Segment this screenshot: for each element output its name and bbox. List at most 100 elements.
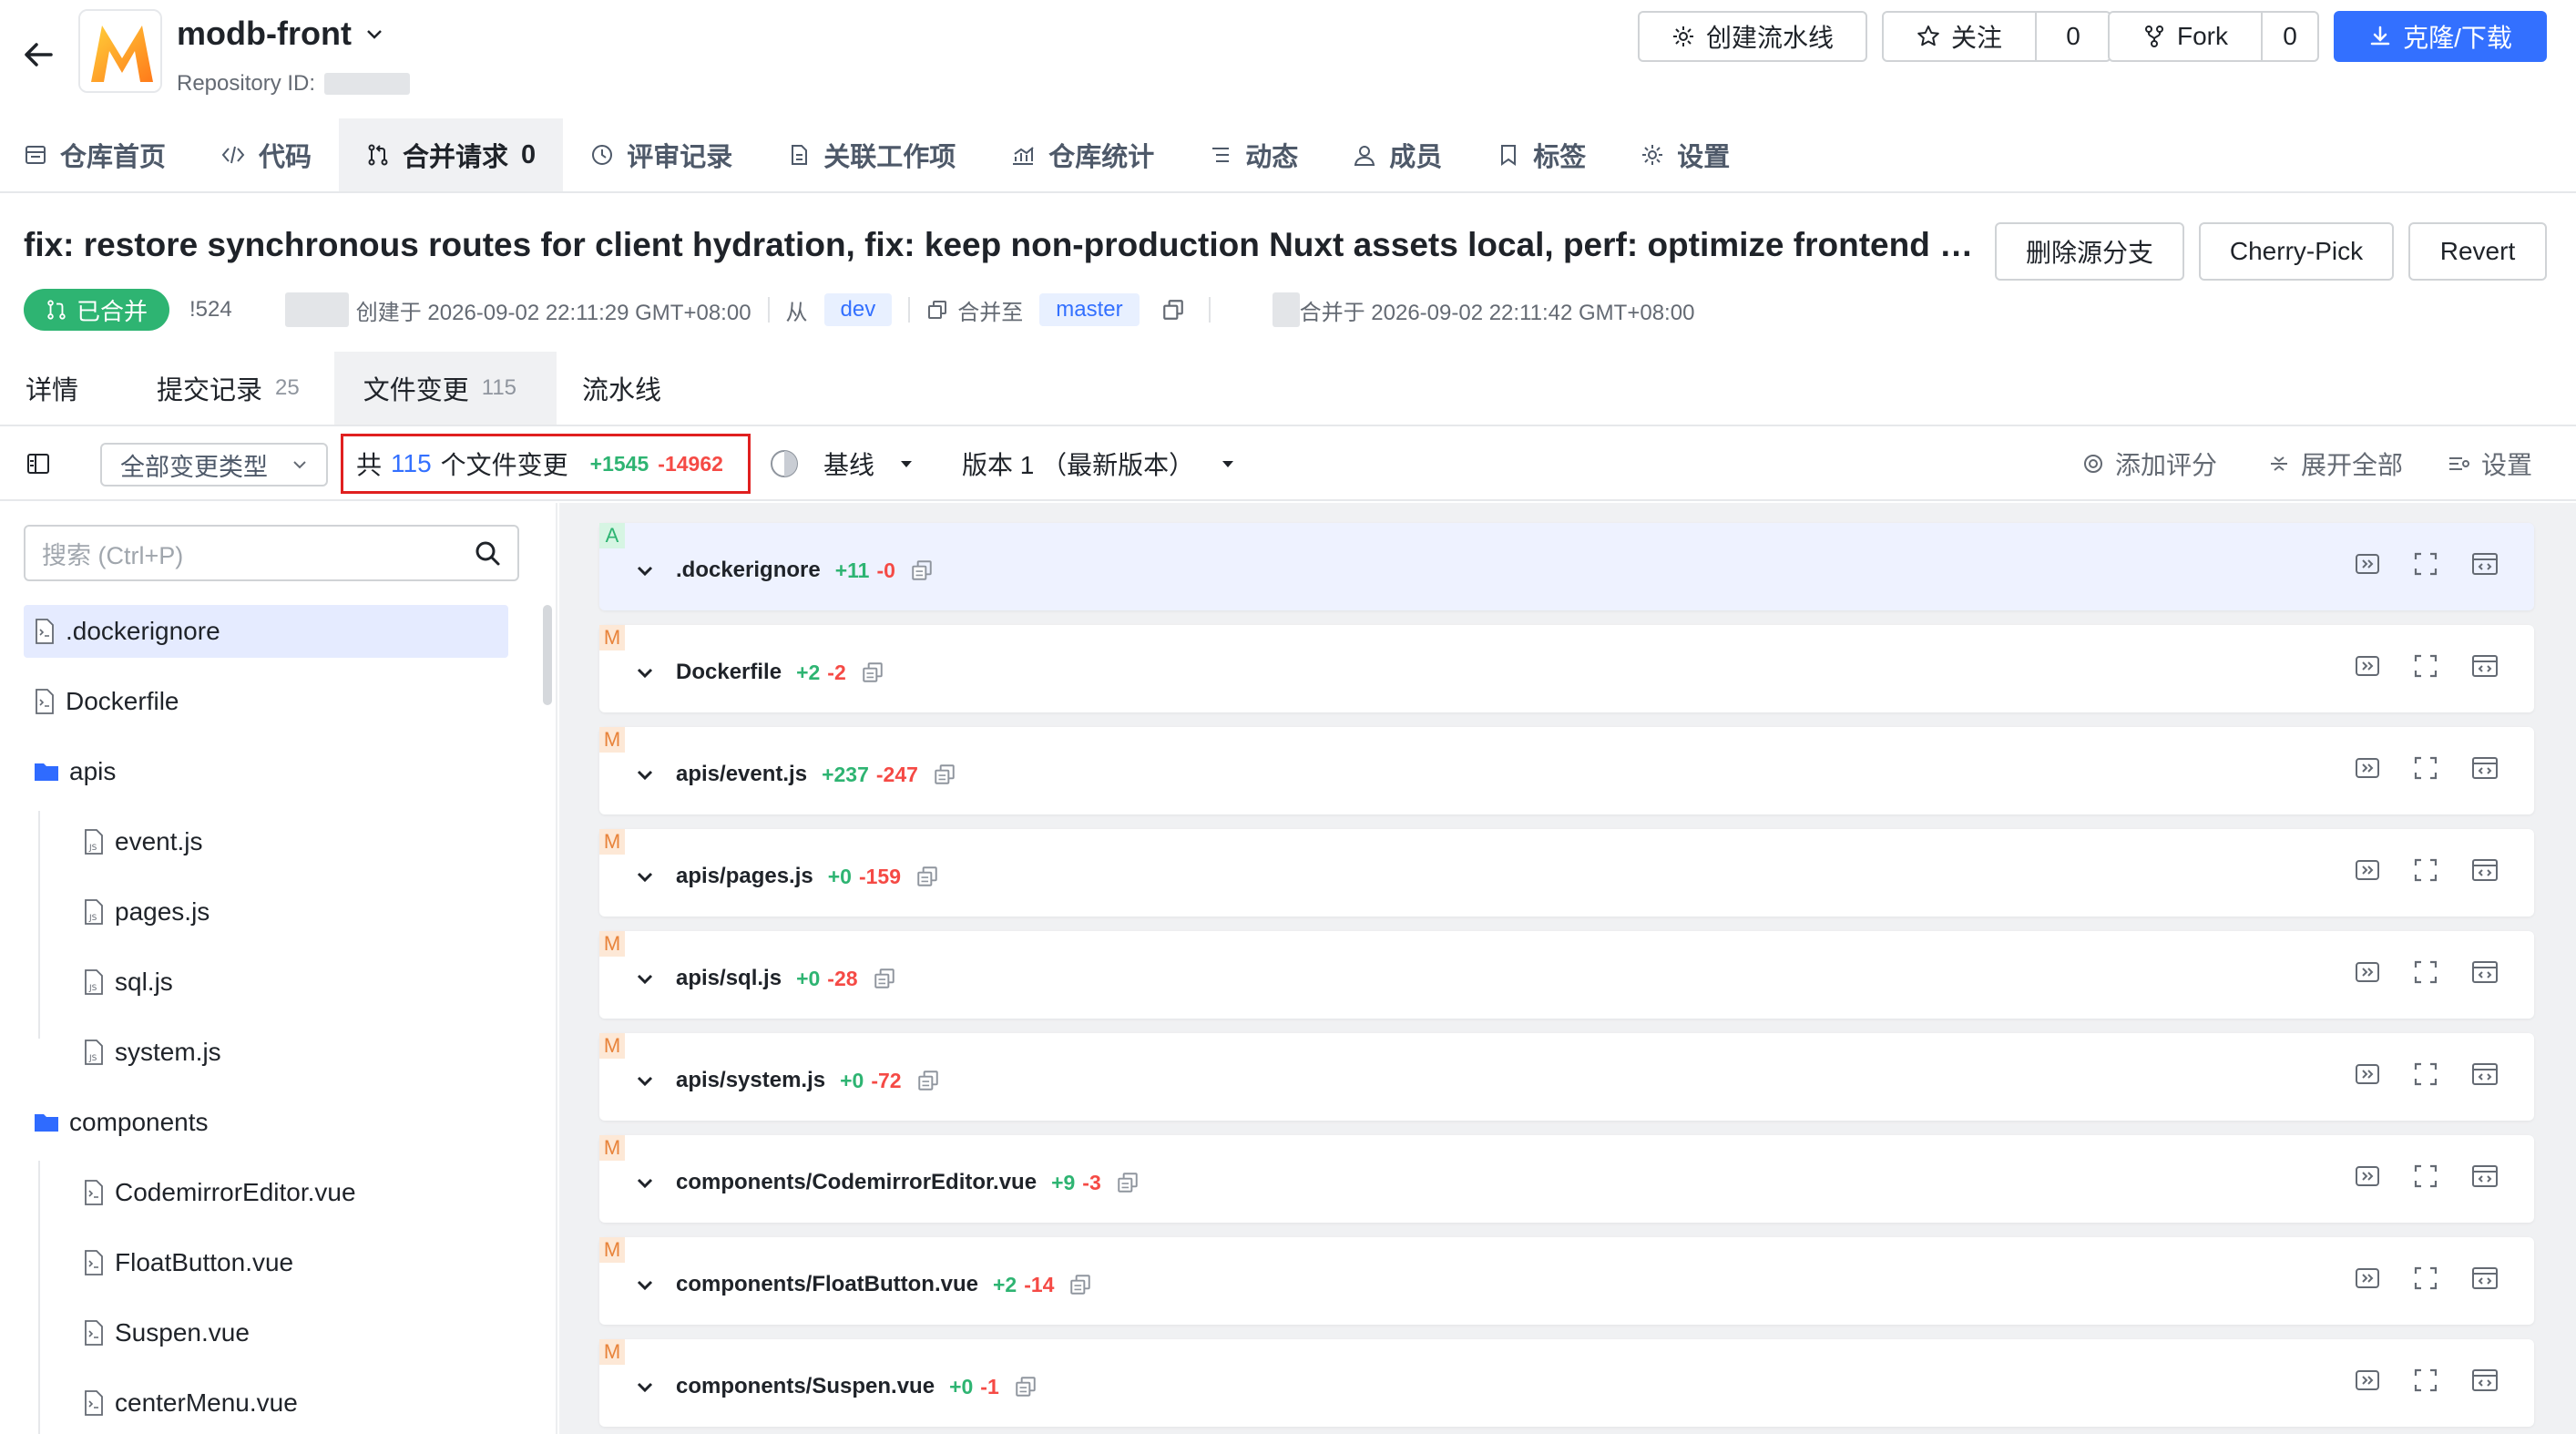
search-icon[interactable]: [474, 539, 501, 567]
target-branch-tag[interactable]: master: [1039, 293, 1140, 326]
view-file-icon[interactable]: [2470, 958, 2499, 986]
expand-all-button[interactable]: 展开全部: [2268, 441, 2403, 487]
fullscreen-icon[interactable]: [2412, 652, 2439, 680]
copy-icon[interactable]: [1068, 1273, 1092, 1296]
fullscreen-icon[interactable]: [2412, 1265, 2439, 1292]
copy-icon[interactable]: [1161, 298, 1185, 322]
view-file-icon[interactable]: [2470, 550, 2499, 578]
view-file-icon[interactable]: [2470, 652, 2499, 680]
tree-item[interactable]: JS system.js: [73, 1026, 221, 1079]
chevron-down-icon[interactable]: [634, 1070, 656, 1091]
fullscreen-icon[interactable]: [2412, 1367, 2439, 1394]
watch-count[interactable]: 0: [2035, 13, 2110, 60]
view-file-icon[interactable]: [2470, 856, 2499, 884]
watch-button[interactable]: 关注: [1884, 13, 2035, 60]
tree-item[interactable]: apis: [24, 745, 116, 798]
nav-tags[interactable]: 标签: [1469, 118, 1613, 191]
nav-merge-requests[interactable]: 合并请求 0: [339, 118, 564, 191]
repo-name[interactable]: modb-front: [177, 15, 384, 53]
copy-icon[interactable]: [1116, 1171, 1140, 1194]
chevron-down-icon[interactable]: [634, 1376, 656, 1398]
copy-icon[interactable]: [926, 299, 948, 321]
nav-repo-home[interactable]: 仓库首页: [20, 118, 193, 191]
nav-review-records[interactable]: 评审记录: [563, 118, 760, 191]
chevron-down-icon[interactable]: [634, 763, 656, 785]
fullscreen-icon[interactable]: [2412, 958, 2439, 986]
back-arrow-icon[interactable]: [20, 36, 56, 73]
create-pipeline-button[interactable]: 创建流水线: [1638, 11, 1867, 62]
view-file-icon[interactable]: [2470, 1265, 2499, 1292]
add-score-button[interactable]: 添加评分: [2082, 441, 2217, 487]
copy-icon[interactable]: [933, 763, 956, 786]
view-diff-icon[interactable]: [2354, 652, 2381, 680]
view-diff-icon[interactable]: [2354, 856, 2381, 884]
chevron-down-icon[interactable]: [634, 1172, 656, 1193]
tab-file-changes[interactable]: 文件变更 115: [333, 352, 557, 425]
fork-count[interactable]: 0: [2261, 13, 2317, 60]
tree-item[interactable]: JS event.js: [73, 815, 203, 868]
clone-download-button[interactable]: 克隆/下载: [2334, 11, 2547, 62]
nav-activity[interactable]: 动态: [1181, 118, 1325, 191]
fullscreen-icon[interactable]: [2412, 550, 2439, 578]
tree-item[interactable]: FloatButton.vue: [73, 1236, 293, 1289]
diff-file-card[interactable]: Mapis/sql.js +0 -28: [599, 931, 2534, 1019]
nav-repo-stats[interactable]: 仓库统计: [983, 118, 1181, 191]
file-search-input[interactable]: 搜索 (Ctrl+P): [24, 525, 519, 581]
view-file-icon[interactable]: [2470, 1163, 2499, 1190]
tree-item[interactable]: .dockerignore: [24, 605, 508, 658]
view-diff-icon[interactable]: [2354, 1163, 2381, 1190]
view-file-icon[interactable]: [2470, 1367, 2499, 1394]
tab-commits[interactable]: 提交记录 25: [104, 352, 325, 425]
diff-file-card[interactable]: Mapis/event.js +237 -247: [599, 727, 2534, 814]
nav-work-items[interactable]: 关联工作项: [760, 118, 983, 191]
revert-button[interactable]: Revert: [2408, 222, 2547, 281]
tree-item[interactable]: JS sql.js: [73, 956, 173, 1009]
tree-item[interactable]: JS pages.js: [73, 886, 210, 938]
version-select[interactable]: 版本 1 （最新版本）: [962, 441, 1236, 487]
tree-item[interactable]: centerMenu.vue: [73, 1377, 298, 1429]
fullscreen-icon[interactable]: [2412, 856, 2439, 884]
copy-icon[interactable]: [873, 967, 896, 990]
tab-details[interactable]: 详情: [0, 352, 104, 425]
view-diff-icon[interactable]: [2354, 958, 2381, 986]
diff-settings-button[interactable]: 设置: [2447, 441, 2532, 487]
view-diff-icon[interactable]: [2354, 1367, 2381, 1394]
nav-settings[interactable]: 设置: [1613, 118, 1757, 191]
view-diff-icon[interactable]: [2354, 550, 2381, 578]
diff-file-card[interactable]: Mcomponents/CodemirrorEditor.vue +9 -3: [599, 1135, 2534, 1223]
delete-source-branch-button[interactable]: 删除源分支: [1995, 222, 2184, 281]
toggle-tree-button[interactable]: [26, 441, 51, 487]
fork-button-group[interactable]: Fork 0: [2108, 11, 2319, 62]
fork-button[interactable]: Fork: [2110, 13, 2261, 60]
diff-file-card[interactable]: Mcomponents/FloatButton.vue +2 -14: [599, 1237, 2534, 1325]
copy-icon[interactable]: [1014, 1375, 1038, 1398]
view-file-icon[interactable]: [2470, 754, 2499, 782]
fullscreen-icon[interactable]: [2412, 754, 2439, 782]
copy-icon[interactable]: [916, 1069, 940, 1092]
view-diff-icon[interactable]: [2354, 754, 2381, 782]
source-branch-tag[interactable]: dev: [823, 293, 893, 326]
tree-item[interactable]: Suspen.vue: [73, 1306, 250, 1359]
diff-file-card[interactable]: Mcomponents/Suspen.vue +0 -1: [599, 1339, 2534, 1427]
copy-icon[interactable]: [915, 865, 939, 888]
diff-file-card[interactable]: A .dockerignore +11 -0: [599, 523, 2534, 610]
chevron-down-icon[interactable]: [634, 968, 656, 989]
chevron-down-icon[interactable]: [634, 661, 656, 683]
chevron-down-icon[interactable]: [634, 866, 656, 887]
nav-members[interactable]: 成员: [1325, 118, 1469, 191]
copy-icon[interactable]: [861, 661, 884, 684]
tree-item[interactable]: Dockerfile: [24, 675, 179, 728]
view-file-icon[interactable]: [2470, 1060, 2499, 1088]
change-type-select[interactable]: 全部变更类型: [100, 443, 328, 487]
fullscreen-icon[interactable]: [2412, 1163, 2439, 1190]
compare-mode-toggle[interactable]: [769, 441, 800, 487]
tree-scrollbar[interactable]: [543, 605, 552, 705]
diff-file-card[interactable]: Mapis/pages.js +0 -159: [599, 829, 2534, 917]
fullscreen-icon[interactable]: [2412, 1060, 2439, 1088]
nav-code[interactable]: 代码: [193, 118, 339, 191]
chevron-down-icon[interactable]: [634, 1274, 656, 1296]
tree-item[interactable]: CodemirrorEditor.vue: [73, 1166, 356, 1219]
view-diff-icon[interactable]: [2354, 1265, 2381, 1292]
chevron-down-icon[interactable]: [634, 559, 656, 581]
tree-item[interactable]: components: [24, 1096, 209, 1149]
